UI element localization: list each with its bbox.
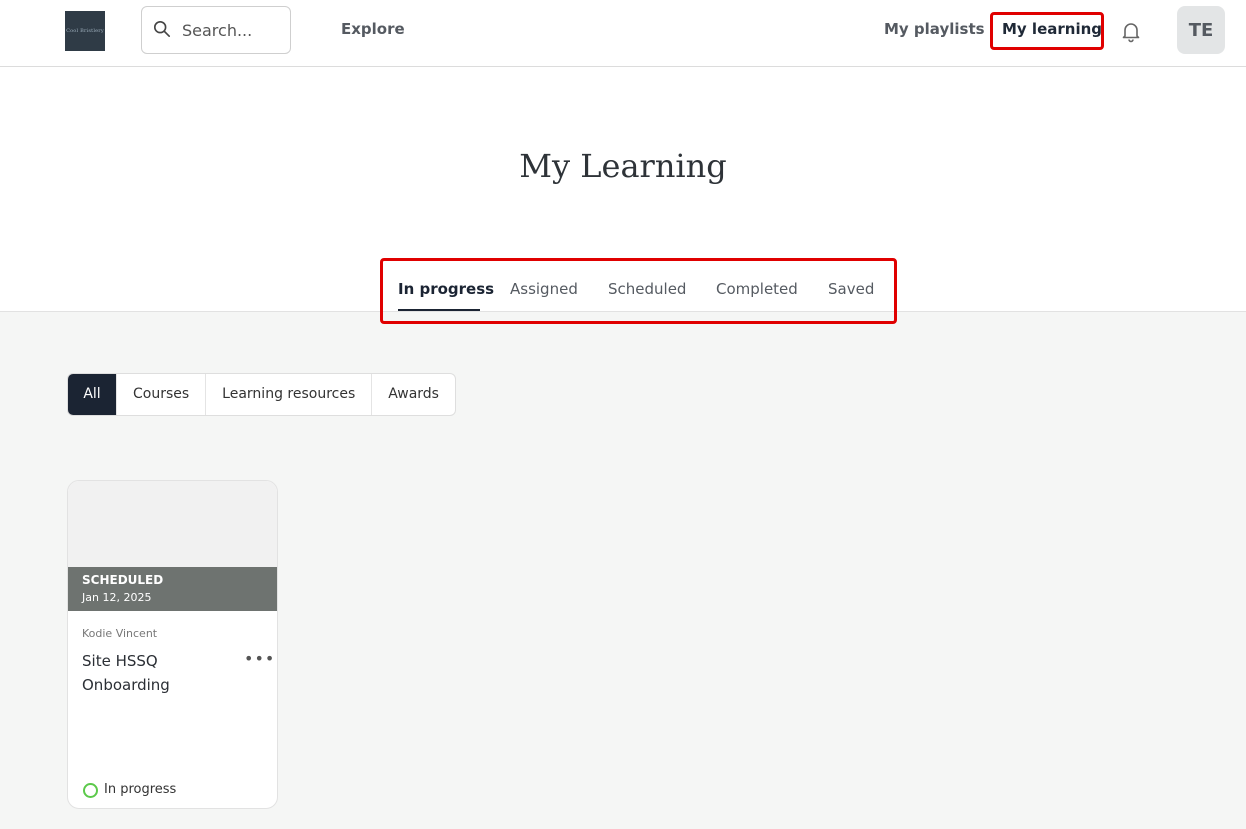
tab-saved[interactable]: Saved — [828, 280, 874, 298]
search-placeholder: Search... — [182, 21, 253, 40]
scheduled-date: Jan 12, 2025 — [82, 591, 152, 604]
course-card[interactable]: SCHEDULED Jan 12, 2025 Kodie Vincent Sit… — [67, 480, 278, 809]
tab-scheduled[interactable]: Scheduled — [608, 280, 686, 298]
logo-text: Cool Bristlery — [66, 28, 104, 34]
top-navigation-bar: Cool Bristlery Search... Explore My play… — [0, 0, 1246, 67]
tab-in-progress[interactable]: In progress — [398, 280, 494, 298]
avatar[interactable]: TE — [1177, 6, 1225, 54]
explore-link[interactable]: Explore — [341, 20, 405, 38]
bell-icon[interactable] — [1119, 19, 1143, 43]
filter-awards[interactable]: Awards — [372, 374, 455, 415]
status-badge: SCHEDULED — [82, 573, 164, 587]
my-playlists-link[interactable]: My playlists — [884, 20, 985, 38]
page-header: My Learning In progress Assigned Schedul… — [0, 67, 1246, 324]
course-title[interactable]: Site HSSQ Onboarding — [82, 649, 232, 697]
content-type-filter: All Courses Learning resources Awards — [67, 373, 456, 416]
filter-learning-resources[interactable]: Learning resources — [206, 374, 373, 415]
search-input[interactable]: Search... — [141, 6, 291, 54]
logo[interactable]: Cool Bristlery — [65, 11, 105, 51]
my-learning-link[interactable]: My learning — [1002, 20, 1102, 38]
filter-courses[interactable]: Courses — [117, 374, 207, 415]
avatar-initials: TE — [1188, 19, 1214, 41]
tab-assigned[interactable]: Assigned — [510, 280, 578, 298]
search-icon — [153, 20, 171, 38]
more-horizontal-icon[interactable]: ••• — [244, 649, 275, 668]
page-title: My Learning — [519, 147, 727, 185]
progress-status: In progress — [104, 782, 177, 797]
status-banner: SCHEDULED Jan 12, 2025 — [68, 567, 277, 611]
course-author: Kodie Vincent — [82, 627, 158, 640]
course-thumbnail — [68, 481, 277, 567]
filter-all[interactable]: All — [68, 374, 117, 415]
tab-completed[interactable]: Completed — [716, 280, 798, 298]
active-tab-indicator — [398, 309, 480, 311]
progress-ring-icon — [83, 783, 98, 798]
